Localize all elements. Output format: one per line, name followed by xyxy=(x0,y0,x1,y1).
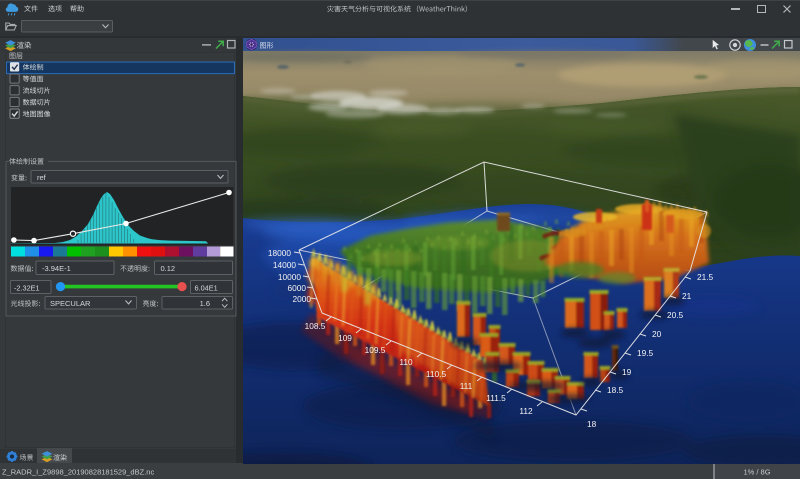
svg-text:21.5: 21.5 xyxy=(697,272,714,282)
svg-text:18: 18 xyxy=(587,419,597,429)
svg-text:108.5: 108.5 xyxy=(305,321,326,331)
svg-text:111: 111 xyxy=(460,381,473,391)
svg-text:6000: 6000 xyxy=(288,283,307,293)
svg-text:2000: 2000 xyxy=(293,294,312,304)
svg-text:18000: 18000 xyxy=(268,248,291,258)
svg-text:109: 109 xyxy=(338,333,352,343)
svg-text:19: 19 xyxy=(622,367,632,377)
svg-text:18.5: 18.5 xyxy=(607,385,624,395)
svg-text:111.5: 111.5 xyxy=(486,393,506,403)
svg-text:19.5: 19.5 xyxy=(637,348,654,358)
svg-text:10000: 10000 xyxy=(278,272,301,282)
svg-text:20: 20 xyxy=(652,329,662,339)
svg-text:109.5: 109.5 xyxy=(365,345,386,355)
svg-text:110: 110 xyxy=(399,357,413,367)
svg-text:20.5: 20.5 xyxy=(667,310,684,320)
svg-text:14000: 14000 xyxy=(273,260,296,270)
svg-text:21: 21 xyxy=(682,291,692,301)
svg-text:112: 112 xyxy=(519,406,533,416)
svg-text:110.5: 110.5 xyxy=(426,369,447,379)
